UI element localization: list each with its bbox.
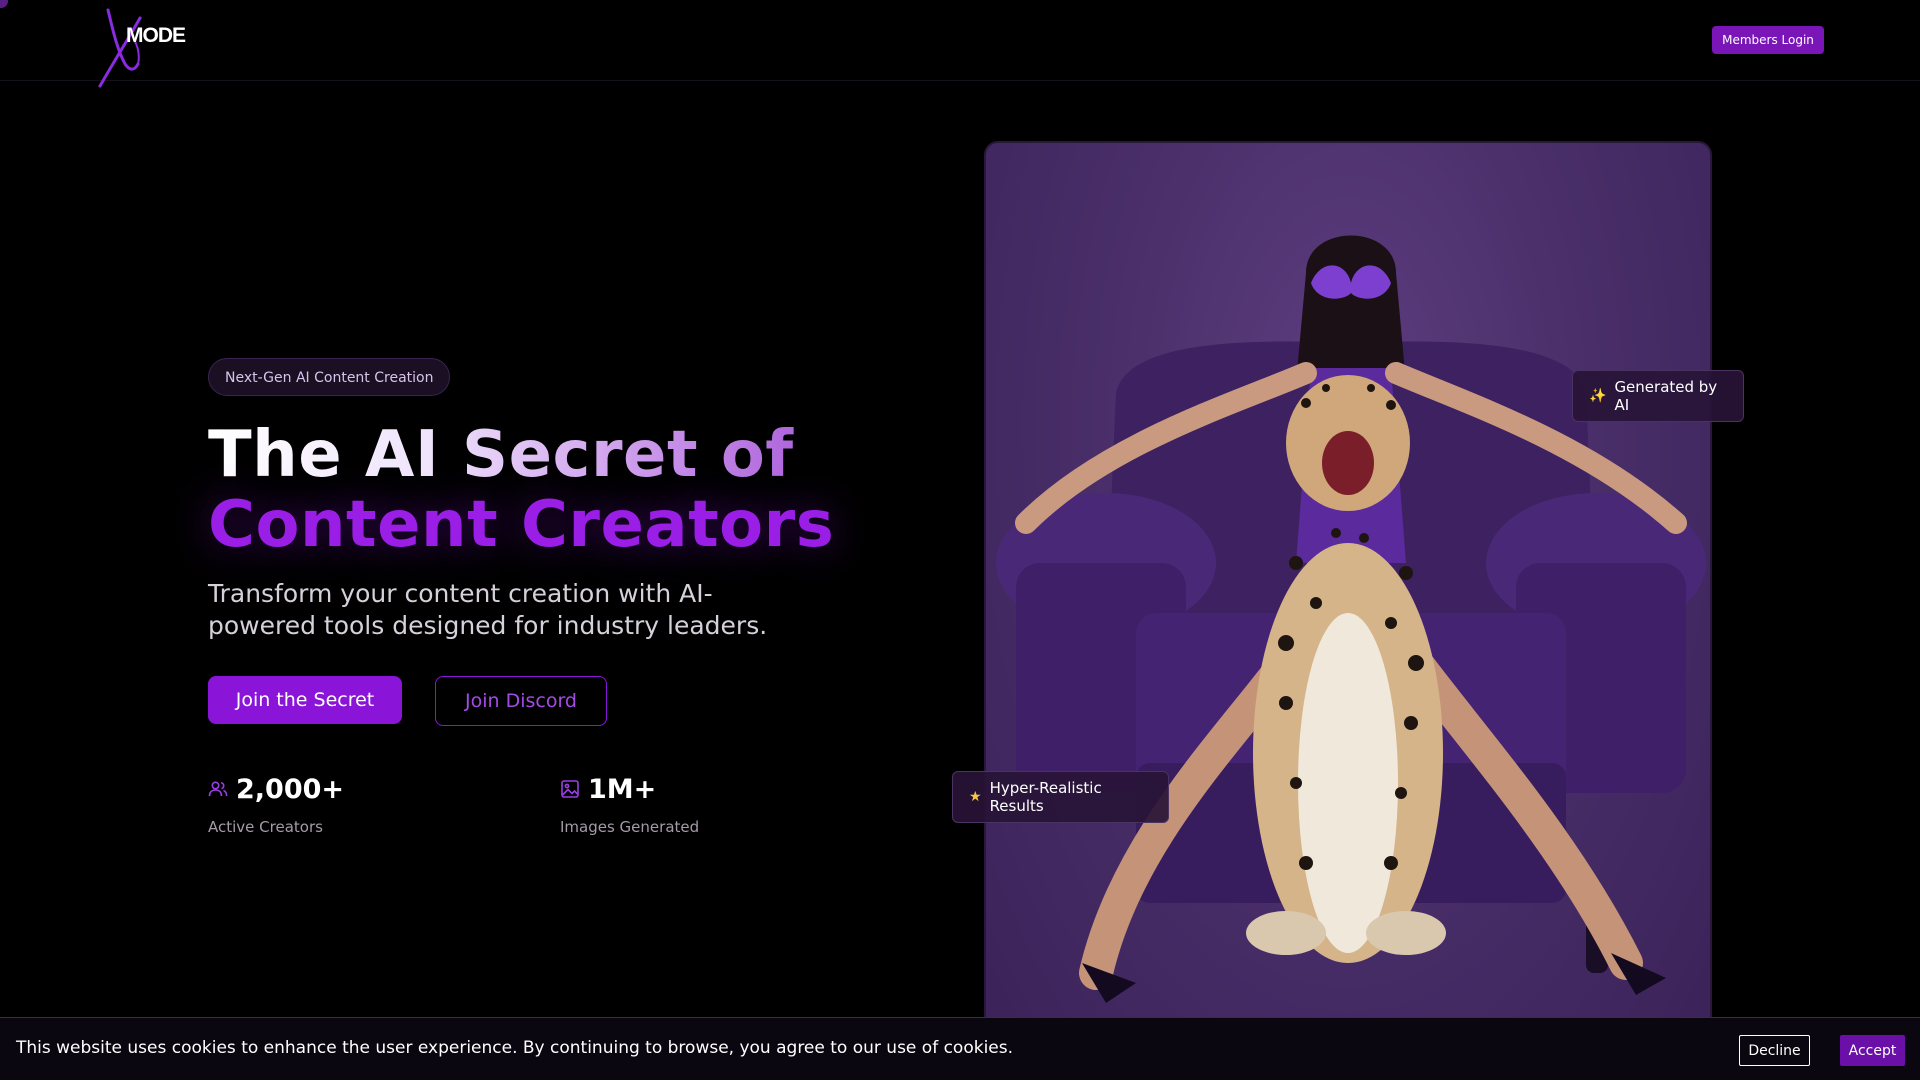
stat-label: Images Generated [560,818,700,836]
hyper-realistic-badge: ★ Hyper-Realistic Results [952,771,1169,823]
sparkles-icon: ✨ [1589,388,1607,404]
stat-active-creators: 2,000+ Active Creators [208,773,345,837]
join-discord-button[interactable]: Join Discord [435,676,607,726]
stat-value: 1M+ [588,773,657,805]
hero-subtitle: Transform your content creation with AI-… [208,579,768,640]
logo-x-mark [98,8,142,88]
site-header: MODE Members Login [0,0,1920,88]
headline-line-2: Content Creators [208,488,835,562]
tagline-pill: Next-Gen AI Content Creation [208,358,451,396]
decline-cookies-button[interactable]: Decline [1739,1035,1810,1066]
cookie-banner: This website uses cookies to enhance the… [0,1017,1920,1080]
cookie-message: This website uses cookies to enhance the… [16,1038,1014,1058]
hero-image [984,141,1712,1080]
hero-illustration [996,235,1706,1003]
stat-value: 2,000+ [236,773,345,805]
join-secret-button[interactable]: Join the Secret [208,676,402,724]
corner-dot [0,0,8,8]
stat-images-generated: 1M+ Images Generated [560,773,700,837]
accept-cookies-button[interactable]: Accept [1840,1035,1905,1066]
headline-line-1: The AI Secret of [208,420,834,490]
logo-text: MODE [126,24,186,47]
star-icon: ★ [969,789,982,805]
logo[interactable]: MODE [94,6,194,90]
members-login-button[interactable]: Members Login [1712,26,1824,54]
badge-label: Generated by AI [1614,378,1718,414]
stat-label: Active Creators [208,818,323,836]
image-icon [560,779,580,799]
badge-label: Hyper-Realistic Results [989,779,1102,815]
users-icon [208,779,228,799]
generated-by-ai-badge: ✨ Generated by AI [1572,370,1744,422]
hero-headline: The AI Secret of Content Creators [208,420,834,560]
